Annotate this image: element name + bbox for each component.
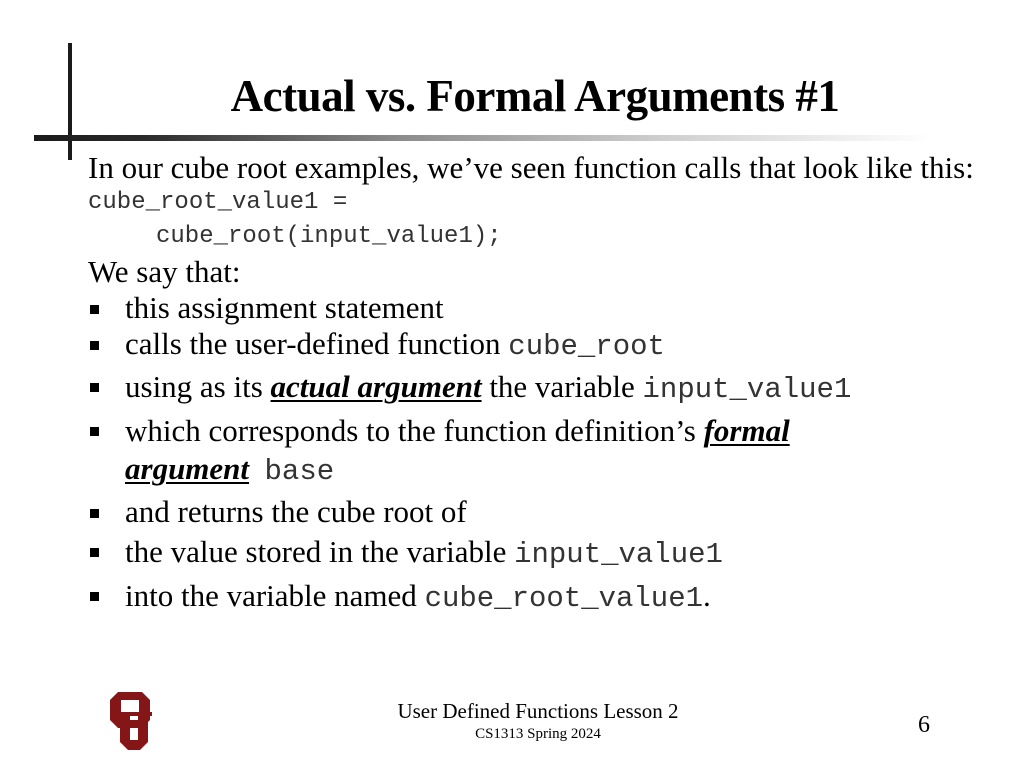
logo-serif-left bbox=[116, 712, 134, 716]
bullet-item: using as its actual argument the variabl… bbox=[88, 368, 988, 409]
code-input-value1: input_value1 bbox=[642, 373, 852, 406]
bullet-text: and returns the cube root of bbox=[125, 494, 467, 529]
logo-serif-right bbox=[134, 712, 152, 716]
square-bullet-icon bbox=[90, 383, 99, 392]
bullet-text: which corresponds to the function defini… bbox=[125, 413, 704, 448]
decorative-gradient-bar bbox=[34, 135, 934, 141]
page-number: 6 bbox=[918, 712, 930, 738]
bullet-item: calls the user-defined function cube_roo… bbox=[88, 326, 988, 365]
code-line-1: cube_root_value1 = bbox=[88, 189, 348, 216]
bullet-text: the variable bbox=[481, 369, 643, 404]
bullet-item: this assignment statement bbox=[88, 290, 988, 326]
logo-letter-u bbox=[120, 714, 148, 750]
code-cube-root-value1: cube_root_value1 bbox=[424, 582, 704, 615]
bullet-text: the value stored in the variable bbox=[125, 534, 515, 569]
term-argument: argument bbox=[125, 451, 250, 486]
slide-body: In our cube root examples, we’ve seen fu… bbox=[88, 150, 988, 621]
footer: User Defined Functions Lesson 2 CS1313 S… bbox=[300, 698, 776, 744]
code-cube-root: cube_root bbox=[508, 330, 665, 363]
bullet-item: into the variable named cube_root_value1… bbox=[88, 577, 988, 618]
code-base: base bbox=[264, 455, 335, 488]
term-formal: formal bbox=[703, 413, 790, 448]
square-bullet-icon bbox=[90, 305, 99, 314]
slide-title: Actual vs. Formal Arguments #1 bbox=[230, 71, 840, 121]
code-line-2: cube_root(input_value1); bbox=[156, 223, 502, 250]
footer-title: User Defined Functions Lesson 2 bbox=[397, 699, 679, 723]
lead-in-text: We say that: bbox=[88, 254, 241, 289]
code-input-value1: input_value1 bbox=[514, 538, 723, 571]
intro-text: In our cube root examples, we’ve seen fu… bbox=[88, 150, 974, 185]
bullet-item: the value stored in the variable input_v… bbox=[88, 533, 988, 574]
square-bullet-icon bbox=[90, 427, 99, 436]
bullet-text: into the variable named bbox=[125, 578, 425, 613]
square-bullet-icon bbox=[90, 592, 99, 601]
bullet-item: and returns the cube root of bbox=[88, 494, 988, 530]
term-actual-argument: actual argument bbox=[270, 369, 482, 404]
ou-logo-icon bbox=[110, 692, 152, 750]
footer-subtitle: CS1313 Spring 2024 bbox=[475, 726, 601, 742]
square-bullet-icon bbox=[90, 341, 99, 350]
bullet-item: which corresponds to the function defini… bbox=[88, 412, 988, 491]
bullet-text: . bbox=[703, 578, 711, 613]
bullet-text: calls the user-defined function bbox=[125, 326, 509, 361]
bullet-text: this assignment statement bbox=[125, 290, 444, 325]
square-bullet-icon bbox=[90, 548, 99, 557]
square-bullet-icon bbox=[90, 509, 99, 518]
bullet-text: using as its bbox=[125, 369, 271, 404]
bullet-list: this assignment statement calls the user… bbox=[88, 290, 988, 618]
